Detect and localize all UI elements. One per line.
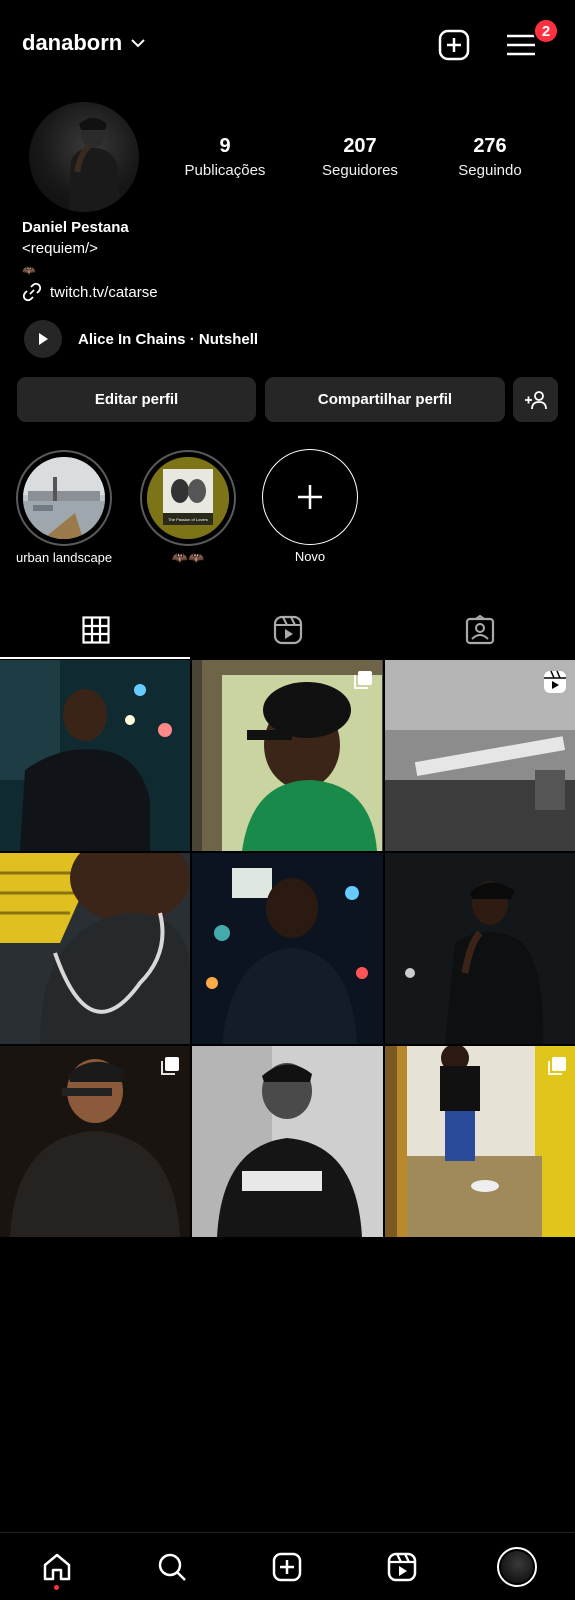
post-thumbnail [0, 853, 190, 1044]
post-thumbnail [192, 853, 383, 1044]
top-bar: danaborn 2 [0, 0, 575, 92]
search-icon [158, 1553, 186, 1581]
nav-home[interactable] [31, 1543, 83, 1591]
plus-icon [298, 485, 322, 509]
play-icon [39, 333, 48, 345]
highlight-bats[interactable]: The Passion of Lovers 🦇🦇 [140, 450, 236, 566]
edit-profile-button[interactable]: Editar perfil [17, 377, 256, 422]
tagged-icon [465, 615, 494, 645]
profile-link[interactable]: twitch.tv/catarse [22, 282, 158, 302]
highlight-label: Novo [294, 549, 326, 564]
post-thumbnail [0, 660, 190, 851]
reels-icon [273, 615, 302, 645]
suggested-people-button[interactable] [513, 377, 558, 422]
highlight-cover-title: The Passion of Lovers [168, 517, 208, 522]
nav-reels[interactable] [376, 1543, 428, 1591]
highlight-cover: The Passion of Lovers [147, 457, 229, 539]
share-profile-button[interactable]: Compartilhar perfil [265, 377, 505, 422]
carousel-icon [161, 1057, 179, 1075]
tab-reels[interactable] [192, 600, 383, 660]
home-activity-dot [54, 1585, 59, 1590]
account-switcher[interactable]: danaborn [22, 30, 146, 56]
chevron-down-icon [131, 39, 145, 48]
highlight-ring [16, 450, 112, 546]
post-tile[interactable] [385, 660, 575, 851]
post-thumbnail [192, 1046, 383, 1237]
posts-label: Publicações [184, 162, 266, 179]
avatar-photo [69, 118, 121, 212]
followers-label: Seguidores [322, 162, 398, 179]
tab-tagged[interactable] [384, 600, 575, 660]
new-highlight[interactable]: Novo [262, 449, 358, 564]
profile-tabs [0, 600, 575, 660]
stat-posts[interactable]: 9 Publicações [165, 135, 285, 179]
post-tile[interactable] [385, 1046, 575, 1237]
nav-search[interactable] [146, 1543, 198, 1591]
carousel-icon [354, 671, 372, 689]
nav-create[interactable] [261, 1543, 313, 1591]
highlight-ring [262, 449, 358, 545]
tab-grid[interactable] [0, 600, 191, 660]
active-tab-indicator [0, 657, 190, 659]
create-icon [272, 1552, 302, 1582]
profile-music[interactable]: Alice In Chains · Nutshell [24, 320, 258, 358]
home-icon [43, 1553, 71, 1581]
play-button[interactable] [24, 320, 62, 358]
nav-profile[interactable] [491, 1543, 543, 1591]
following-label: Seguindo [458, 162, 522, 179]
profile-name: Daniel Pestana [22, 219, 129, 236]
highlight-label: urban landscape [16, 550, 113, 565]
post-tile[interactable] [192, 853, 383, 1044]
post-tile[interactable] [0, 660, 190, 851]
stat-following[interactable]: 276 Seguindo [430, 135, 550, 179]
notification-badge: 2 [533, 18, 559, 44]
reel-icon [544, 670, 566, 693]
bottom-navigation [0, 1532, 575, 1600]
highlight-cover [23, 457, 105, 539]
post-tile[interactable] [192, 660, 383, 851]
highlight-ring: The Passion of Lovers [140, 450, 236, 546]
music-title: Alice In Chains · Nutshell [78, 330, 259, 348]
highlight-urban-landscape[interactable]: urban landscape [16, 450, 112, 565]
profile-avatar [497, 1547, 537, 1587]
stat-followers[interactable]: 207 Seguidores [300, 135, 420, 179]
following-count: 276 [473, 135, 507, 157]
link-text: twitch.tv/catarse [50, 283, 158, 301]
post-tile[interactable] [0, 1046, 190, 1237]
post-tile[interactable] [385, 853, 575, 1044]
username: danaborn [22, 30, 123, 55]
posts-grid [0, 660, 575, 1237]
profile-avatar[interactable] [29, 102, 139, 212]
create-post-icon[interactable] [437, 28, 471, 62]
profile-bio: <requiem/> [22, 240, 98, 257]
bio-emoji: 🦇 [22, 265, 36, 277]
post-tile[interactable] [192, 1046, 383, 1237]
add-person-icon [524, 390, 547, 409]
link-icon [22, 282, 42, 302]
post-thumbnail [385, 853, 575, 1044]
post-tile[interactable] [0, 853, 190, 1044]
carousel-icon [548, 1057, 566, 1075]
grid-icon [81, 616, 110, 644]
followers-count: 207 [343, 135, 377, 157]
reels-icon [387, 1552, 417, 1582]
highlight-label: 🦇🦇 [171, 550, 205, 565]
posts-count: 9 [219, 135, 231, 157]
